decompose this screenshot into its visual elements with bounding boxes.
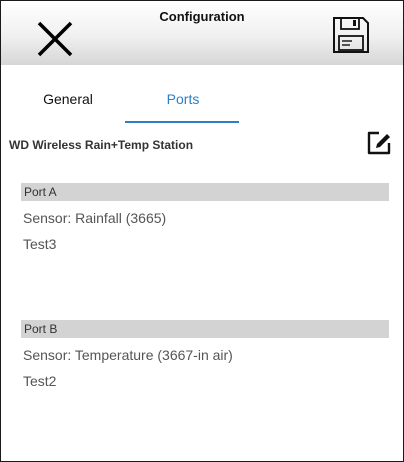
tab-bar: General Ports: [1, 81, 403, 125]
close-icon: [37, 21, 73, 57]
close-button[interactable]: [35, 19, 75, 59]
edit-button[interactable]: [365, 129, 393, 157]
port-b-sensor[interactable]: Sensor: Temperature (3667-in air): [23, 347, 233, 363]
port-a-sensor[interactable]: Sensor: Rainfall (3665): [23, 210, 166, 226]
floppy-disk-save-icon: [333, 17, 369, 53]
app-frame: Configuration General Ports WD Wireless …: [0, 0, 404, 462]
port-b-name[interactable]: Test2: [23, 373, 56, 389]
device-name: WD Wireless Rain+Temp Station: [9, 138, 194, 152]
app-bar: Configuration: [1, 1, 403, 65]
port-a-header: Port A: [21, 183, 389, 201]
port-b-header: Port B: [21, 320, 389, 338]
edit-pencil-icon: [367, 131, 391, 155]
tab-ports[interactable]: Ports: [151, 91, 215, 107]
save-button[interactable]: [331, 15, 371, 55]
port-a-name[interactable]: Test3: [23, 236, 56, 252]
selected-tab-indicator: [125, 121, 239, 123]
tab-general[interactable]: General: [37, 91, 99, 107]
